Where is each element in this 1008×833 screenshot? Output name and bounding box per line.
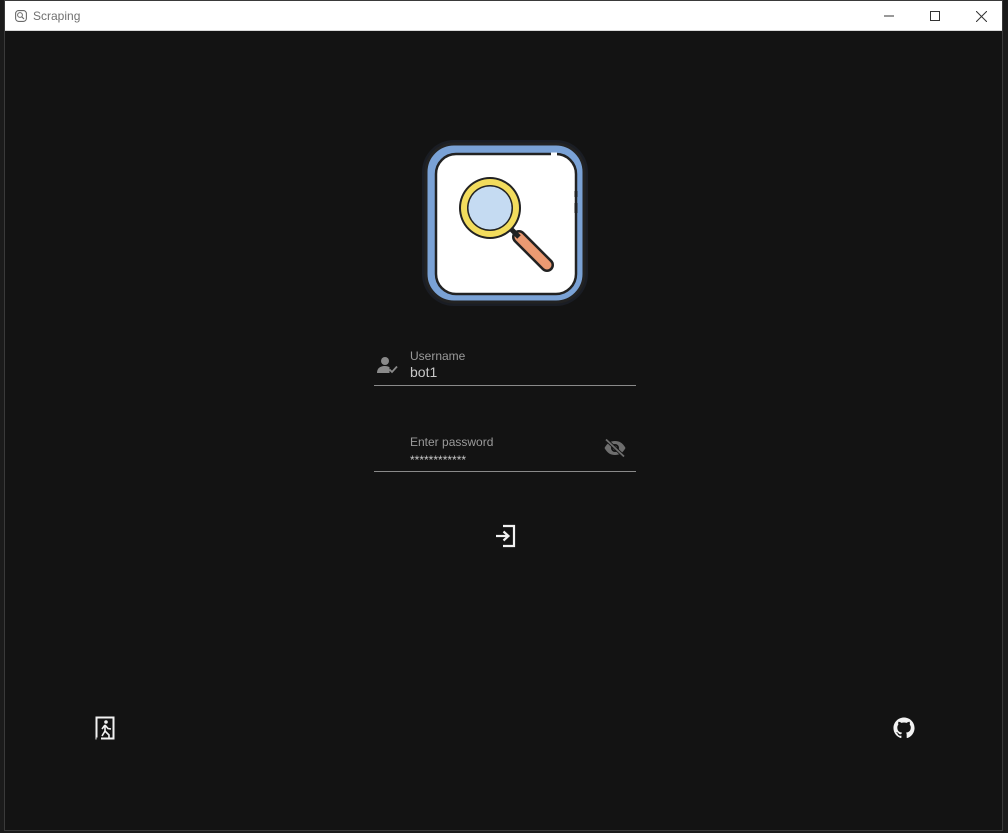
- password-label: Enter password: [410, 435, 494, 449]
- app-window: Scraping Username bot1 Enter password **…: [4, 0, 1003, 831]
- github-icon: [893, 717, 915, 739]
- username-label: Username: [410, 349, 466, 363]
- exit-button[interactable]: [95, 716, 115, 740]
- login-button[interactable]: [494, 524, 516, 548]
- eye-off-icon[interactable]: [603, 438, 627, 458]
- close-button[interactable]: [958, 1, 1004, 31]
- minimize-button[interactable]: [866, 1, 912, 31]
- title-bar: Scraping: [5, 1, 1002, 31]
- github-button[interactable]: [893, 717, 915, 739]
- password-input[interactable]: ************: [410, 453, 466, 467]
- login-icon: [496, 524, 516, 548]
- password-field[interactable]: Enter password ************: [374, 425, 636, 472]
- maximize-button[interactable]: [912, 1, 958, 31]
- username-field[interactable]: Username bot1: [374, 339, 636, 386]
- app-icon: [15, 10, 27, 22]
- login-screen: Username bot1 Enter password ***********…: [5, 31, 1002, 831]
- username-input[interactable]: bot1: [410, 364, 437, 380]
- exit-door-icon: [95, 716, 115, 740]
- magnifier-logo-icon: [422, 140, 588, 306]
- minimize-icon: [884, 15, 894, 17]
- close-icon: [975, 10, 987, 22]
- window-title: Scraping: [33, 9, 81, 23]
- maximize-icon: [930, 11, 940, 21]
- user-check-icon: [377, 357, 398, 374]
